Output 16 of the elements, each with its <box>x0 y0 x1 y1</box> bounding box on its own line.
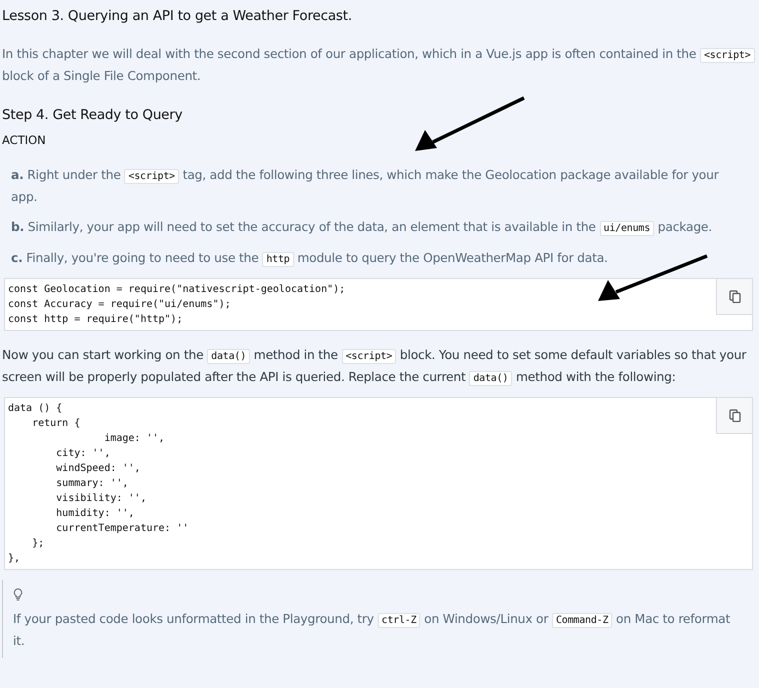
copy-icon <box>728 409 740 422</box>
copy-button[interactable] <box>716 279 752 315</box>
lightbulb-icon <box>13 588 23 601</box>
copy-button[interactable] <box>716 398 752 434</box>
step-heading: Step 4. Get Ready to Query <box>2 107 184 123</box>
intro-paragraph: In this chapter we will deal with the second section of our application, which in a Vue.js app is often contained in the <script> block of a Single File Component. <box>2 44 759 87</box>
lesson-title: Lesson 3. Querying an API to get a Weather Forecast. <box>2 8 353 24</box>
body-paragraph: Now you can start working on the data() method in the <script> block. You need to set some default variables so that your screen will be properly populated after the API is queried. Replace the current data() method with the following: <box>2 347 748 388</box>
step-instruction: b. Similarly, your app will need to set the accuracy of the data, an element that is available in the ui/enums package. <box>11 219 714 238</box>
code-block: data () { return { image: '', city: '', windSpeed: '', summary: '', visibility: '', humidity: '', currentTemperature: '' }; }, <box>4 397 753 570</box>
step-instruction: a. Right under the <script> tag, add the following three lines, which make the Geolocation package available for your app. <box>11 167 720 206</box>
tip-text: If your pasted code looks unformatted in the Playground, try ctrl-Z on Windows/Linux or Command-Z on Mac to reformat it. <box>13 611 732 650</box>
copy-icon <box>728 290 740 303</box>
action-label: ACTION <box>2 133 47 147</box>
step-instruction: c. Finally, you're going to need to use the http module to query the OpenWeatherMap API for data. <box>11 250 609 269</box>
code-block: const Geolocation = require("nativescript-geolocation"); const Accuracy = require("ui/enums"); const http = require("http"); <box>4 278 753 331</box>
